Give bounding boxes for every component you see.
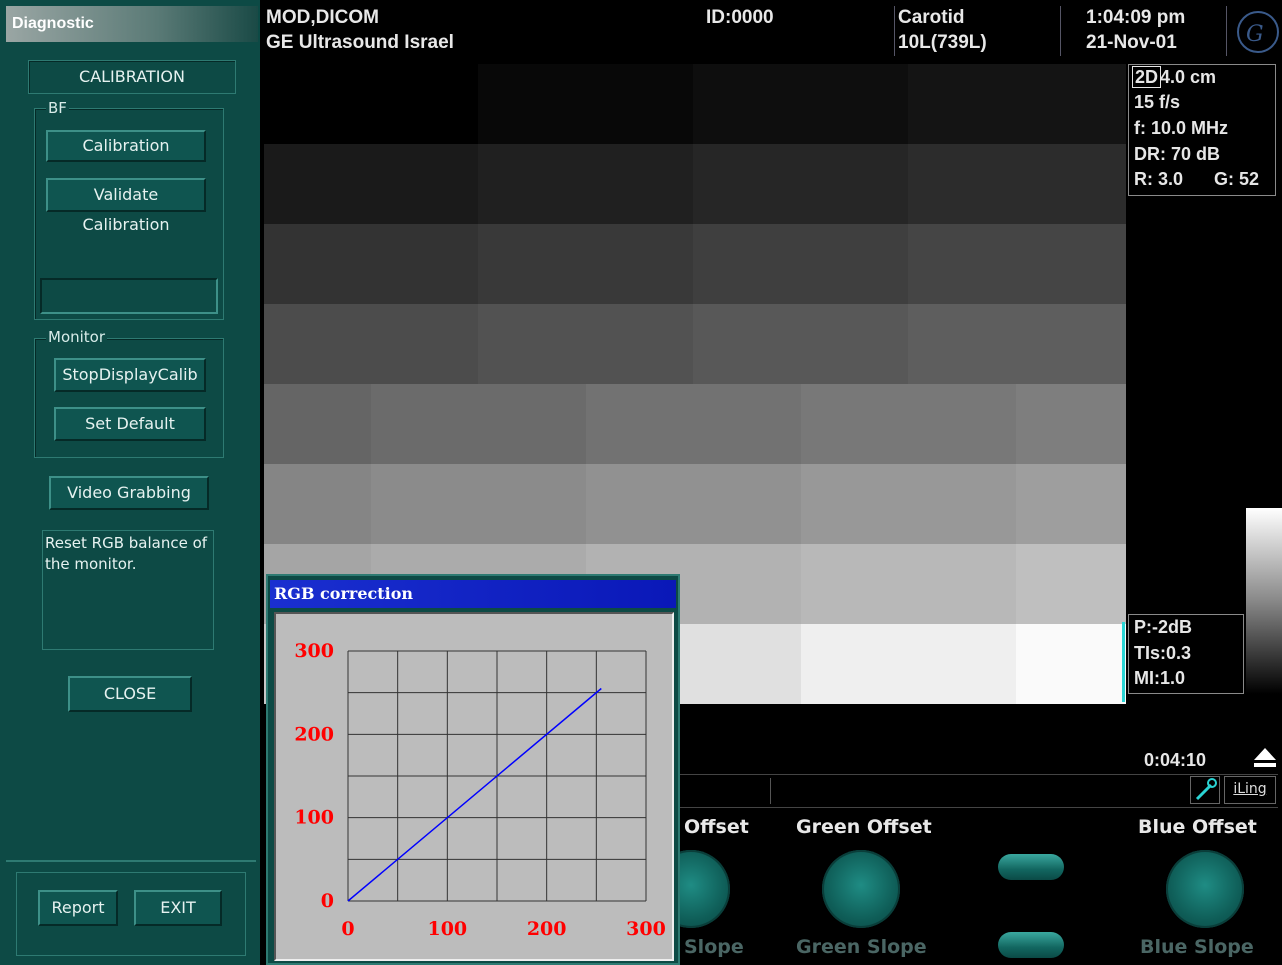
frame-rate-value: 15 f/s <box>1134 92 1181 112</box>
rgb-correction-line <box>347 687 602 902</box>
monitor-group-label: Monitor <box>46 328 108 346</box>
dialog-titlebar[interactable]: RGB correction <box>270 580 676 608</box>
bf-group-label: BF <box>46 99 69 117</box>
red-offset-label: Offset <box>684 816 749 838</box>
mode-label: 2D <box>1132 66 1162 88</box>
service-tool-button[interactable] <box>1190 776 1220 804</box>
x-tick-label: 200 <box>527 918 567 940</box>
rgb-correction-chart: 0 100 200 300 0 100 200 300 <box>294 640 666 940</box>
y-tick-label: 300 <box>294 640 334 662</box>
panel-divider <box>6 860 256 862</box>
gain-value: G: 52 <box>1214 169 1260 189</box>
section-header-frame: CALIBRATION <box>28 60 236 94</box>
description-text: Reset RGB balance of the monitor. <box>42 530 214 650</box>
validate-calibration-button[interactable]: Validate Calibration <box>46 178 206 234</box>
iling-button[interactable]: iLing <box>1224 776 1276 804</box>
close-button[interactable]: CLOSE <box>68 676 192 712</box>
r-value: R: 3.0 <box>1134 169 1184 189</box>
red-slope-label: Slope <box>684 936 744 958</box>
header-separator <box>1060 6 1061 56</box>
header-site-line1: MOD,DICOM <box>266 7 379 28</box>
x-tick-label: 0 <box>341 918 354 940</box>
rgb-chart-area: 0 100 200 300 0 100 200 300 <box>274 612 674 961</box>
blue-slope-label: Blue Slope <box>1140 936 1254 958</box>
x-tick-label: 300 <box>626 918 666 940</box>
header-patient-id: ID:0000 <box>706 7 774 28</box>
depth-value: 4.0 cm <box>1160 67 1217 87</box>
header-bar: MOD,DICOM GE Ultrasound Israel ID:0000 C… <box>262 0 1282 60</box>
header-preset: Carotid <box>898 7 965 28</box>
header-date: 21-Nov-01 <box>1086 32 1177 53</box>
report-button[interactable]: Report <box>38 890 118 926</box>
exit-button[interactable]: EXIT <box>134 890 222 926</box>
header-separator <box>894 6 895 56</box>
green-slope-label: Green Slope <box>796 936 927 958</box>
power-value: P:-2dB <box>1134 617 1192 637</box>
status-strip <box>678 774 1278 808</box>
stop-display-calib-button[interactable]: StopDisplayCalib <box>54 358 206 392</box>
paddle-up-button[interactable] <box>998 854 1064 880</box>
green-offset-label: Green Offset <box>796 816 932 838</box>
tis-value: TIs:0.3 <box>1134 643 1192 663</box>
video-grabbing-button[interactable]: Video Grabbing <box>49 476 209 510</box>
header-site-line2: GE Ultrasound Israel <box>266 32 454 53</box>
grayscale-bar <box>1246 508 1282 694</box>
y-tick-label: 200 <box>294 723 334 745</box>
section-header: CALIBRATION <box>79 67 185 86</box>
set-default-button[interactable]: Set Default <box>54 407 206 441</box>
header-time: 1:04:09 pm <box>1086 7 1186 28</box>
depth-marker <box>1122 622 1125 702</box>
panel-title: Diagnostic <box>6 6 258 42</box>
header-probe: 10L(739L) <box>898 32 987 53</box>
paddle-down-button[interactable] <box>998 932 1064 958</box>
wrench-icon <box>1195 778 1217 801</box>
diagnostic-panel: Diagnostic CALIBRATION BF Calibration Va… <box>0 0 260 965</box>
mi-value: MI:1.0 <box>1134 668 1186 688</box>
green-offset-knob[interactable] <box>822 850 900 928</box>
header-separator <box>1226 6 1227 56</box>
y-tick-label: 100 <box>294 807 334 829</box>
eject-icon[interactable] <box>1252 746 1278 770</box>
calibration-button[interactable]: Calibration <box>46 130 206 162</box>
ge-logo-icon: G <box>1237 11 1279 53</box>
cine-time: 0:04:10 <box>1144 750 1207 770</box>
calibration-status-field <box>40 278 218 314</box>
svg-text:G: G <box>1246 22 1264 47</box>
x-tick-label: 100 <box>427 918 467 940</box>
frequency-value: f: 10.0 MHz <box>1134 118 1229 138</box>
status-separator <box>770 778 771 804</box>
blue-offset-knob[interactable] <box>1166 850 1244 928</box>
dynamic-range-value: DR: 70 dB <box>1134 144 1221 164</box>
blue-offset-label: Blue Offset <box>1138 816 1257 838</box>
y-tick-label: 0 <box>321 890 334 912</box>
rgb-correction-dialog: RGB correction 0 100 200 300 0 100 200 300 <box>266 574 680 965</box>
